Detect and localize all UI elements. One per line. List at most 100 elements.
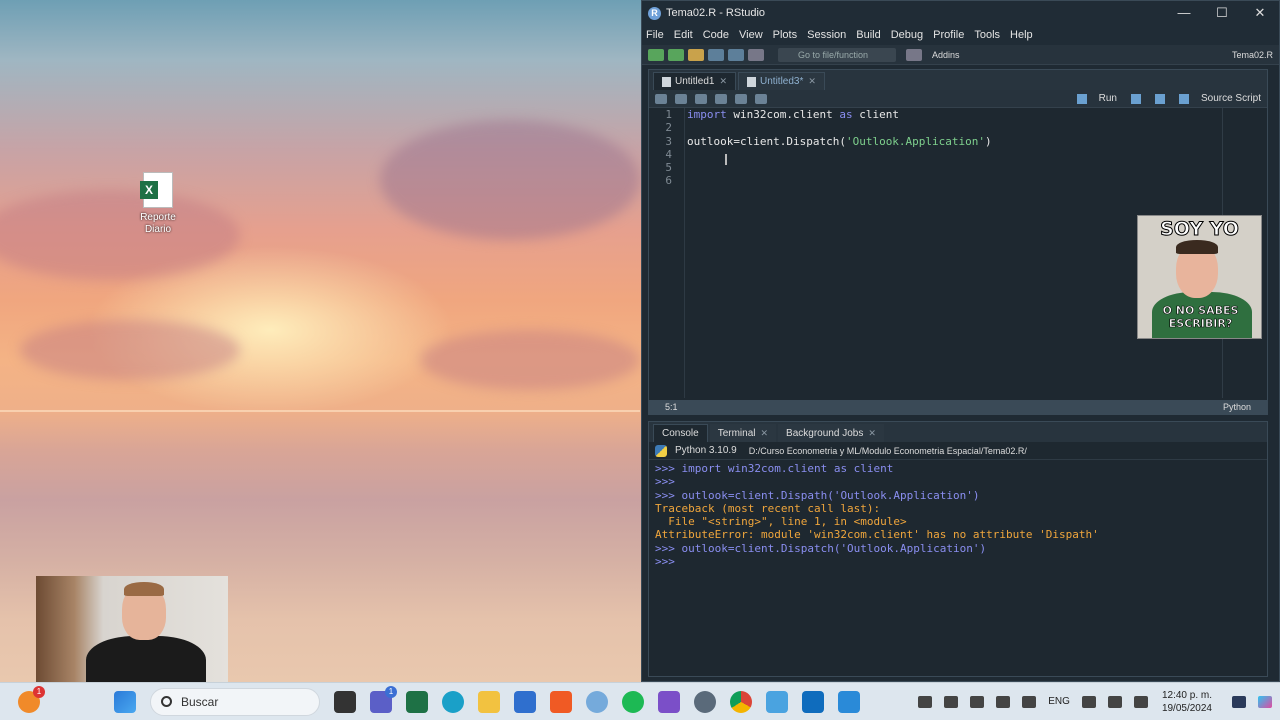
console-line: >>> outlook=client.Dispatch('Outlook.App… [655,541,987,555]
tab-untitled1[interactable]: Untitled1 ✕ [653,72,737,90]
editor-toolbar: Run Source Script [649,90,1267,108]
weather-icon[interactable]: 1 [18,685,45,713]
down-arrow-icon[interactable] [1178,93,1189,104]
main-toolbar: Go to file/function Addins Tema02.R [642,45,1279,65]
horizon-line [0,410,640,412]
project-menu[interactable]: Tema02.R [1232,50,1273,60]
back-arrow-icon[interactable] [655,93,667,104]
taskbar: 1 Buscar 1 ENG 12:40 p. m. 19/05/2024 [0,682,1280,720]
cloud [20,320,240,380]
close-tab-icon[interactable]: ✕ [761,428,769,439]
rstudio-taskbar-icon[interactable] [586,690,608,713]
window-title: Tema02.R - RStudio [666,7,766,19]
tab-untitled3[interactable]: Untitled3* ✕ [738,72,825,90]
print-icon[interactable] [748,48,764,61]
line-number: 1 [665,108,672,121]
source-script-button[interactable]: Source Script [1201,93,1261,104]
minimize-button[interactable]: — [1165,5,1203,21]
battery-icon[interactable] [1133,695,1148,708]
console-pane: Console Terminal ✕ Background Jobs ✕ Pytho… [648,421,1268,677]
grid-icon[interactable] [906,48,922,61]
menu-build[interactable]: Build [856,29,880,41]
spotify-icon[interactable] [622,690,644,713]
show-in-window-icon[interactable] [695,93,707,104]
addins-menu[interactable]: Addins [932,50,960,60]
up-arrow-icon[interactable] [1154,93,1165,104]
console-output[interactable]: >>> import win32com.client as client >>>… [649,460,1267,570]
menu-profile[interactable]: Profile [933,29,964,41]
find-icon[interactable] [735,93,747,104]
close-tab-icon[interactable]: ✕ [868,428,876,439]
menu-file[interactable]: File [646,29,664,41]
close-button[interactable]: ✕ [1241,5,1279,21]
close-tab-icon[interactable]: ✕ [808,76,816,87]
desktop-icon-reporte-diario[interactable]: X Reporte Diario [132,172,184,236]
brave-icon[interactable] [550,690,572,713]
teams-icon[interactable]: 1 [370,685,397,713]
r-file-icon [747,76,757,87]
language-selector[interactable]: Python [1223,402,1251,412]
line-number: 6 [665,174,672,188]
cloud [0,190,240,280]
search-box[interactable]: Buscar [150,687,320,716]
menu-tools[interactable]: Tools [974,29,1000,41]
code-line-1: import win32com.client as client [687,108,899,121]
menu-view[interactable]: View [739,29,763,41]
app-tray-icon[interactable] [970,695,985,708]
time: 12:40 p. m. [1161,689,1212,701]
cloud-icon[interactable] [996,695,1011,708]
language-indicator[interactable]: ENG [1048,696,1070,707]
file-explorer-icon[interactable] [478,690,500,713]
menu-edit[interactable]: Edit [674,29,693,41]
cloud [420,330,640,390]
working-directory[interactable]: D:/Curso Econometria y ML/Modulo Econome… [749,446,1027,456]
tab-console[interactable]: Console [653,424,708,442]
menu-code[interactable]: Code [703,29,729,41]
chevron-up-icon[interactable] [918,695,933,708]
console-prompt[interactable]: >>> [655,555,1261,568]
menu-session[interactable]: Session [807,29,846,41]
chrome-icon[interactable] [730,690,752,713]
notifications-icon[interactable] [1232,695,1246,708]
run-button[interactable]: Run [1099,93,1117,104]
settings-icon[interactable] [694,690,716,713]
app-tray-icon[interactable] [944,695,959,708]
clock[interactable]: 12:40 p. m. 19/05/2024 [1162,689,1212,715]
code-tools-icon[interactable] [755,93,767,104]
copilot-icon[interactable] [1258,695,1272,708]
save-icon[interactable] [708,48,724,61]
new-project-icon[interactable] [668,48,684,61]
network-icon[interactable] [1081,695,1096,708]
forward-arrow-icon[interactable] [675,93,687,104]
task-view-icon[interactable] [334,690,356,713]
menu-help[interactable]: Help [1010,29,1033,41]
go-to-file-input[interactable]: Go to file/function [778,47,896,62]
close-tab-icon[interactable]: ✕ [719,76,727,87]
outlook-icon[interactable] [802,690,824,713]
new-file-icon[interactable] [648,48,664,61]
save-all-icon[interactable] [728,48,744,61]
excel-icon[interactable] [406,690,428,713]
volume-icon[interactable] [1107,695,1122,708]
open-file-icon[interactable] [688,48,704,61]
tab-terminal[interactable]: Terminal ✕ [709,424,777,442]
edge-icon[interactable] [442,690,464,713]
menu-plots[interactable]: Plots [773,29,797,41]
code-lines: import win32com.client as client outlook… [687,108,1227,188]
remote-desktop-icon[interactable] [838,690,860,713]
python-version: Python 3.10.9 [675,445,737,456]
person-hair [124,582,164,596]
store-icon[interactable] [514,690,536,713]
tab-background-jobs[interactable]: Background Jobs ✕ [778,424,884,442]
save-icon[interactable] [715,93,727,104]
menu-bar: File Edit Code View Plots Session Build … [642,25,1279,45]
maximize-button[interactable]: ☐ [1203,5,1241,21]
notification-badge: 1 [33,685,45,698]
microphone-icon[interactable] [1022,695,1037,708]
start-button-icon[interactable] [114,690,136,713]
rerun-icon[interactable] [1130,93,1141,104]
clipchamp-icon[interactable] [658,690,680,713]
notepad-icon[interactable] [766,690,788,713]
menu-debug[interactable]: Debug [891,29,923,41]
